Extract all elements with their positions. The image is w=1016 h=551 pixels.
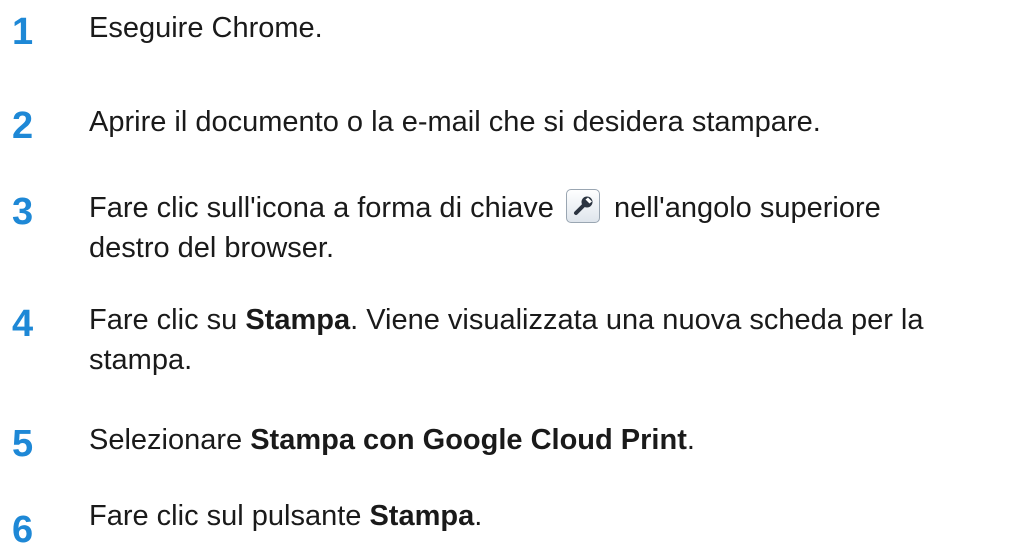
step-text-bold: Stampa <box>245 304 351 336</box>
step-number: 5 <box>12 423 34 465</box>
step-text-after: . <box>686 424 695 456</box>
step-text-after: . <box>474 500 483 532</box>
step-text-after: . Viene visualizzata una nuova scheda pe… <box>350 304 924 336</box>
step-text: Eseguire Chrome. <box>89 8 1009 48</box>
step-text: Fare clic sull'icona a forma di chiave n… <box>89 188 1009 268</box>
step-text-content: Aprire il documento o la e-mail che si d… <box>89 106 821 138</box>
step-number: 6 <box>12 509 34 551</box>
step-number: 1 <box>12 11 34 53</box>
step-text-after: nell'angolo superiore <box>614 192 881 224</box>
step-text: Selezionare Stampa con Google Cloud Prin… <box>89 420 1009 460</box>
step-text-bold: Stampa con Google Cloud Print <box>250 424 687 456</box>
step-text-line2: stampa. <box>89 344 193 376</box>
step-text-line2: destro del browser. <box>89 232 335 264</box>
step-text-content: Eseguire Chrome. <box>89 12 323 44</box>
step-text-before: Fare clic sull'icona a forma di chiave <box>89 192 554 224</box>
step-text: Fare clic sul pulsante Stampa. <box>89 496 1009 536</box>
wrench-icon <box>565 189 600 223</box>
step-text-bold: Stampa <box>369 500 475 532</box>
step-text: Aprire il documento o la e-mail che si d… <box>89 102 1009 142</box>
step-number: 4 <box>12 303 34 345</box>
step-number: 3 <box>12 191 34 233</box>
step-text-before: Selezionare <box>89 424 251 456</box>
step-text-before: Fare clic sul pulsante <box>89 500 370 532</box>
step-text-before: Fare clic su <box>89 304 246 336</box>
step-text: Fare clic su Stampa. Viene visualizzata … <box>89 300 1009 380</box>
step-number: 2 <box>12 105 34 147</box>
